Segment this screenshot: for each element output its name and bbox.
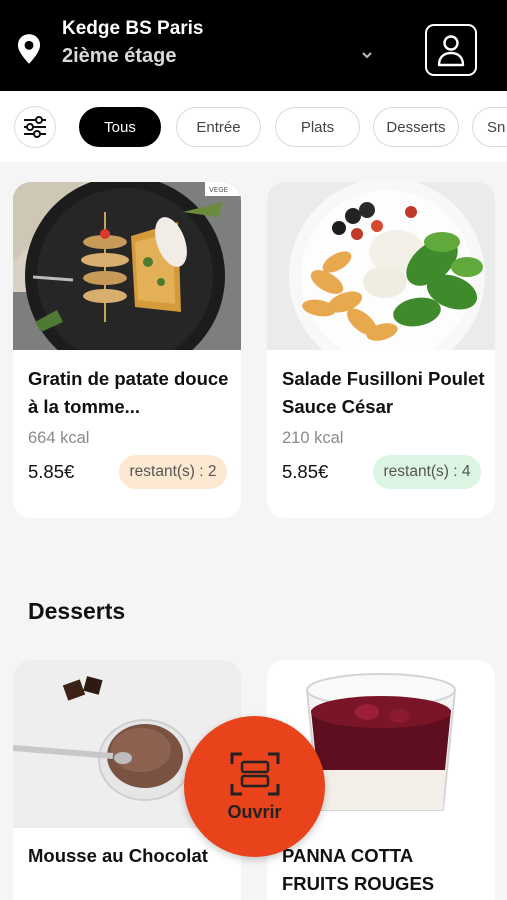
chip-plats[interactable]: Plats	[275, 107, 360, 147]
product-image	[267, 182, 495, 350]
product-name: Gratin de patate douce à la tomme...	[28, 368, 229, 417]
sliders-icon	[24, 116, 46, 138]
product-calories: 664 kcal	[28, 429, 90, 447]
stock-badge: restant(s) : 2	[119, 455, 227, 489]
product-card[interactable]: Salade Fusilloni Poulet Sauce César 210 …	[267, 182, 495, 518]
profile-button[interactable]	[425, 24, 477, 76]
category-filter-bar: Tous Entrée Plats Desserts Sn	[0, 91, 507, 162]
product-price: 5.85€	[282, 461, 329, 482]
stock-badge: restant(s) : 4	[373, 455, 481, 489]
scan-icon	[230, 752, 279, 796]
map-pin-icon	[17, 34, 41, 64]
product-image: VEGE	[13, 182, 241, 350]
product-card[interactable]: VEGE Gratin de patate douce à la tomme..…	[13, 182, 241, 518]
product-calories: 210 kcal	[282, 429, 344, 447]
product-name: Mousse au Chocolat	[28, 845, 208, 866]
app-header: Kedge BS Paris 2ième étage	[0, 0, 507, 91]
open-fridge-button[interactable]: Ouvrir	[184, 716, 325, 857]
vege-tag: VEGE	[209, 186, 228, 194]
section-title-desserts: Desserts	[28, 598, 126, 624]
product-name: PANNA COTTA FRUITS ROUGES	[282, 845, 435, 894]
product-name: Salade Fusilloni Poulet Sauce César	[282, 368, 485, 417]
open-button-label: Ouvrir	[227, 802, 282, 822]
product-price: 5.85€	[28, 461, 75, 482]
chip-tous[interactable]: Tous	[79, 107, 161, 147]
chip-entree[interactable]: Entrée	[176, 107, 261, 147]
location-floor[interactable]: 2ième étage	[62, 45, 177, 68]
filter-settings-button[interactable]	[14, 106, 56, 148]
location-name[interactable]: Kedge BS Paris	[62, 18, 204, 40]
user-icon	[437, 35, 465, 67]
chip-desserts[interactable]: Desserts	[373, 107, 459, 147]
chip-snacks[interactable]: Sn	[472, 107, 507, 147]
chevron-down-icon[interactable]	[360, 50, 374, 60]
